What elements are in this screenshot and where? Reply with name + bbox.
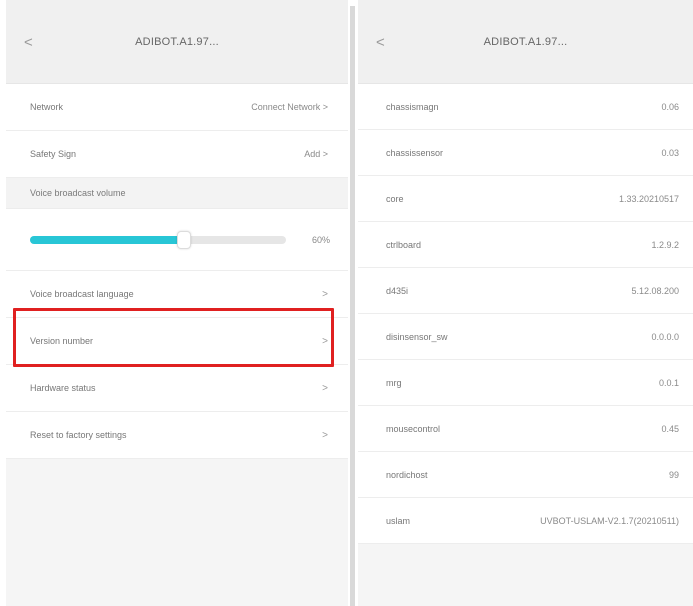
volume-slider-handle[interactable] bbox=[176, 230, 191, 249]
version-label: mrg bbox=[386, 377, 402, 388]
menu-item-label: Reset to factory settings bbox=[30, 430, 127, 440]
safety-sign-label: Safety Sign bbox=[30, 149, 77, 159]
version-value: 0.06 bbox=[661, 101, 679, 112]
network-row[interactable]: Network Connect Network > bbox=[6, 84, 348, 131]
safety-sign-row[interactable]: Safety Sign Add > bbox=[6, 131, 348, 178]
volume-slider[interactable] bbox=[30, 230, 286, 249]
version-list: chassismagn 0.06 chassissensor 0.03 core 1.33… bbox=[358, 84, 693, 544]
settings-panel: < ADIBOT.A1.97... Network Connect Networ… bbox=[6, 0, 348, 606]
version-row: chassismagn 0.06 bbox=[358, 84, 693, 130]
chevron-right-icon: > bbox=[322, 382, 328, 394]
device-title: ADIBOT.A1.97... bbox=[135, 36, 219, 48]
device-title: ADIBOT.A1.97... bbox=[483, 36, 568, 48]
version-value: 1.2.9.2 bbox=[651, 239, 679, 250]
version-value: 1.33.20210517 bbox=[618, 193, 679, 204]
volume-slider-fill bbox=[30, 235, 184, 244]
version-row: disinsensor_sw 0.0.0.0 bbox=[358, 314, 693, 360]
chevron-right-icon: > bbox=[322, 429, 328, 441]
volume-section-label: Voice broadcast volume bbox=[6, 178, 348, 209]
settings-header: < ADIBOT.A1.97... bbox=[6, 0, 348, 84]
connect-network-link[interactable]: Connect Network > bbox=[251, 102, 328, 112]
add-safety-sign-link[interactable]: Add > bbox=[304, 149, 328, 159]
version-value: 0.03 bbox=[661, 147, 679, 158]
menu-item-label: Version number bbox=[30, 336, 94, 346]
menu-item-voice-language[interactable]: Voice broadcast language > bbox=[6, 271, 348, 318]
version-value: 0.0.1 bbox=[658, 377, 679, 388]
version-row: d435i 5.12.08.200 bbox=[358, 268, 693, 314]
version-row: chassissensor 0.03 bbox=[358, 130, 693, 176]
volume-percent: 60% bbox=[311, 234, 330, 245]
version-row: uslam UVBOT-USLAM-V2.1.7(20210511) bbox=[358, 498, 693, 544]
version-value: 0.45 bbox=[661, 423, 679, 434]
panel-divider bbox=[350, 6, 355, 606]
volume-slider-row: 60% bbox=[6, 209, 348, 271]
version-label: d435i bbox=[386, 285, 409, 296]
version-row: mrg 0.0.1 bbox=[358, 360, 693, 406]
chevron-right-icon: > bbox=[322, 288, 328, 300]
version-value: 0.0.0.0 bbox=[651, 331, 679, 342]
menu-item-version-number[interactable]: Version number > bbox=[6, 318, 348, 365]
version-panel: < ADIBOT.A1.97... chassismagn 0.06 chassis… bbox=[358, 0, 693, 606]
version-label: ctrlboard bbox=[386, 239, 422, 250]
menu-item-label: Hardware status bbox=[30, 383, 96, 393]
version-row: mousecontrol 0.45 bbox=[358, 406, 693, 452]
chevron-right-icon: > bbox=[322, 335, 328, 347]
version-value: UVBOT-USLAM-V2.1.7(20210511) bbox=[540, 515, 679, 526]
version-header: < ADIBOT.A1.97... bbox=[358, 0, 693, 84]
version-label: mousecontrol bbox=[386, 423, 441, 434]
version-row: core 1.33.20210517 bbox=[358, 176, 693, 222]
version-label: chassismagn bbox=[386, 101, 439, 112]
version-label: disinsensor_sw bbox=[386, 331, 448, 342]
network-label: Network bbox=[30, 102, 64, 112]
version-label: nordichost bbox=[386, 469, 428, 480]
version-row: nordichost 99 bbox=[358, 452, 693, 498]
menu-item-hardware-status[interactable]: Hardware status > bbox=[6, 365, 348, 412]
version-label: core bbox=[386, 193, 404, 204]
version-value: 99 bbox=[668, 469, 679, 480]
version-label: chassissensor bbox=[386, 147, 444, 158]
menu-item-factory-reset[interactable]: Reset to factory settings > bbox=[6, 412, 348, 459]
version-label: uslam bbox=[386, 515, 411, 526]
menu-item-label: Voice broadcast language bbox=[30, 289, 134, 299]
version-row: ctrlboard 1.2.9.2 bbox=[358, 222, 693, 268]
version-value: 5.12.08.200 bbox=[631, 285, 679, 296]
